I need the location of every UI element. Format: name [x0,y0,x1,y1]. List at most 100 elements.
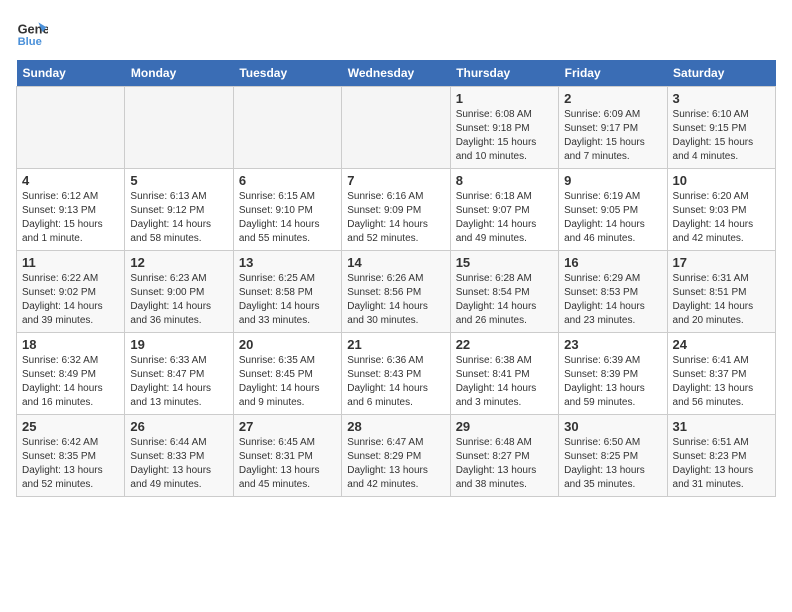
day-cell: 18Sunrise: 6:32 AM Sunset: 8:49 PM Dayli… [17,333,125,415]
day-info: Sunrise: 6:22 AM Sunset: 9:02 PM Dayligh… [22,272,119,328]
day-info: Sunrise: 6:48 AM Sunset: 8:27 PM Dayligh… [456,436,553,492]
day-cell: 28Sunrise: 6:47 AM Sunset: 8:29 PM Dayli… [342,415,450,497]
day-cell: 17 Sunrise: 6:31 AM Sunset: 8:51 PM Dayli… [667,251,775,333]
day-cell: 19 Sunrise: 6:33 AM Sunset: 8:47 PM Dayli… [125,333,233,415]
day-number: 10 [673,173,770,188]
calendar-header: SundayMondayTuesdayWednesdayThursdayFrid… [17,60,776,87]
header-day-thursday: Thursday [450,60,558,87]
day-cell: 8 Sunrise: 6:18 AM Sunset: 9:07 PM Daylig… [450,169,558,251]
header-day-wednesday: Wednesday [342,60,450,87]
week-row-3: 11 Sunrise: 6:22 AM Sunset: 9:02 PM Dayli… [17,251,776,333]
header-row: SundayMondayTuesdayWednesdayThursdayFrid… [17,60,776,87]
day-info: Sunrise: 6:26 AM Sunset: 8:56 PM Dayligh… [347,272,444,328]
day-cell: 13 Sunrise: 6:25 AM Sunset: 8:58 PM Dayli… [233,251,341,333]
day-cell: 3Sunrise: 6:10 AM Sunset: 9:15 PM Daylig… [667,87,775,169]
day-cell: 20 Sunrise: 6:35 AM Sunset: 8:45 PM Dayli… [233,333,341,415]
day-number: 24 [673,337,770,352]
day-number: 15 [456,255,553,270]
day-cell: 21 Sunrise: 6:36 AM Sunset: 8:43 PM Dayli… [342,333,450,415]
day-info: Sunrise: 6:32 AM Sunset: 8:49 PM Dayligh… [22,354,119,410]
day-cell: 23 Sunrise: 6:39 AM Sunset: 8:39 PM Dayli… [559,333,667,415]
calendar-table: SundayMondayTuesdayWednesdayThursdayFrid… [16,60,776,497]
day-info: Sunrise: 6:16 AM Sunset: 9:09 PM Dayligh… [347,190,444,246]
day-number: 3 [673,91,770,106]
day-cell [233,87,341,169]
day-info: Sunrise: 6:45 AM Sunset: 8:31 PM Dayligh… [239,436,336,492]
day-info: Sunrise: 6:13 AM Sunset: 9:12 PM Dayligh… [130,190,227,246]
day-info: Sunrise: 6:15 AM Sunset: 9:10 PM Dayligh… [239,190,336,246]
day-info: Sunrise: 6:33 AM Sunset: 8:47 PM Dayligh… [130,354,227,410]
logo: General Blue [16,16,52,48]
day-number: 1 [456,91,553,106]
day-number: 23 [564,337,661,352]
day-cell: 14 Sunrise: 6:26 AM Sunset: 8:56 PM Dayli… [342,251,450,333]
week-row-5: 25Sunrise: 6:42 AM Sunset: 8:35 PM Dayli… [17,415,776,497]
day-cell: 1Sunrise: 6:08 AM Sunset: 9:18 PM Daylig… [450,87,558,169]
header: General Blue [16,16,776,48]
day-info: Sunrise: 6:18 AM Sunset: 9:07 PM Dayligh… [456,190,553,246]
day-cell: 5Sunrise: 6:13 AM Sunset: 9:12 PM Daylig… [125,169,233,251]
day-number: 20 [239,337,336,352]
day-number: 13 [239,255,336,270]
day-cell: 12 Sunrise: 6:23 AM Sunset: 9:00 PM Dayli… [125,251,233,333]
day-info: Sunrise: 6:31 AM Sunset: 8:51 PM Dayligh… [673,272,770,328]
day-info: Sunrise: 6:44 AM Sunset: 8:33 PM Dayligh… [130,436,227,492]
day-info: Sunrise: 6:51 AM Sunset: 8:23 PM Dayligh… [673,436,770,492]
day-number: 8 [456,173,553,188]
day-number: 31 [673,419,770,434]
day-info: Sunrise: 6:39 AM Sunset: 8:39 PM Dayligh… [564,354,661,410]
header-day-sunday: Sunday [17,60,125,87]
day-info: Sunrise: 6:47 AM Sunset: 8:29 PM Dayligh… [347,436,444,492]
day-cell: 24 Sunrise: 6:41 AM Sunset: 8:37 PM Dayli… [667,333,775,415]
day-info: Sunrise: 6:09 AM Sunset: 9:17 PM Dayligh… [564,108,661,164]
day-cell: 31 Sunrise: 6:51 AM Sunset: 8:23 PM Dayli… [667,415,775,497]
day-info: Sunrise: 6:25 AM Sunset: 8:58 PM Dayligh… [239,272,336,328]
day-number: 12 [130,255,227,270]
week-row-4: 18Sunrise: 6:32 AM Sunset: 8:49 PM Dayli… [17,333,776,415]
day-number: 11 [22,255,119,270]
day-cell: 27 Sunrise: 6:45 AM Sunset: 8:31 PM Dayli… [233,415,341,497]
day-number: 9 [564,173,661,188]
day-number: 7 [347,173,444,188]
day-cell: 15 Sunrise: 6:28 AM Sunset: 8:54 PM Dayli… [450,251,558,333]
day-info: Sunrise: 6:36 AM Sunset: 8:43 PM Dayligh… [347,354,444,410]
day-cell: 11 Sunrise: 6:22 AM Sunset: 9:02 PM Dayli… [17,251,125,333]
day-info: Sunrise: 6:38 AM Sunset: 8:41 PM Dayligh… [456,354,553,410]
day-number: 21 [347,337,444,352]
day-cell [125,87,233,169]
day-cell: 16Sunrise: 6:29 AM Sunset: 8:53 PM Dayli… [559,251,667,333]
day-number: 25 [22,419,119,434]
day-number: 17 [673,255,770,270]
day-info: Sunrise: 6:12 AM Sunset: 9:13 PM Dayligh… [22,190,119,246]
day-info: Sunrise: 6:41 AM Sunset: 8:37 PM Dayligh… [673,354,770,410]
week-row-1: 1Sunrise: 6:08 AM Sunset: 9:18 PM Daylig… [17,87,776,169]
header-day-saturday: Saturday [667,60,775,87]
day-cell: 25Sunrise: 6:42 AM Sunset: 8:35 PM Dayli… [17,415,125,497]
day-info: Sunrise: 6:28 AM Sunset: 8:54 PM Dayligh… [456,272,553,328]
day-number: 16 [564,255,661,270]
day-number: 19 [130,337,227,352]
day-info: Sunrise: 6:19 AM Sunset: 9:05 PM Dayligh… [564,190,661,246]
day-cell: 6Sunrise: 6:15 AM Sunset: 9:10 PM Daylig… [233,169,341,251]
day-number: 22 [456,337,553,352]
day-cell: 30 Sunrise: 6:50 AM Sunset: 8:25 PM Dayli… [559,415,667,497]
day-number: 4 [22,173,119,188]
day-number: 14 [347,255,444,270]
day-cell: 26Sunrise: 6:44 AM Sunset: 8:33 PM Dayli… [125,415,233,497]
day-cell: 2 Sunrise: 6:09 AM Sunset: 9:17 PM Daylig… [559,87,667,169]
day-number: 2 [564,91,661,106]
day-info: Sunrise: 6:20 AM Sunset: 9:03 PM Dayligh… [673,190,770,246]
svg-text:Blue: Blue [18,36,42,48]
header-day-monday: Monday [125,60,233,87]
day-cell: 7 Sunrise: 6:16 AM Sunset: 9:09 PM Daylig… [342,169,450,251]
day-number: 29 [456,419,553,434]
day-number: 30 [564,419,661,434]
logo-icon: General Blue [16,16,48,48]
day-number: 27 [239,419,336,434]
day-info: Sunrise: 6:50 AM Sunset: 8:25 PM Dayligh… [564,436,661,492]
day-info: Sunrise: 6:23 AM Sunset: 9:00 PM Dayligh… [130,272,227,328]
day-info: Sunrise: 6:35 AM Sunset: 8:45 PM Dayligh… [239,354,336,410]
header-day-friday: Friday [559,60,667,87]
day-cell: 22 Sunrise: 6:38 AM Sunset: 8:41 PM Dayli… [450,333,558,415]
header-day-tuesday: Tuesday [233,60,341,87]
